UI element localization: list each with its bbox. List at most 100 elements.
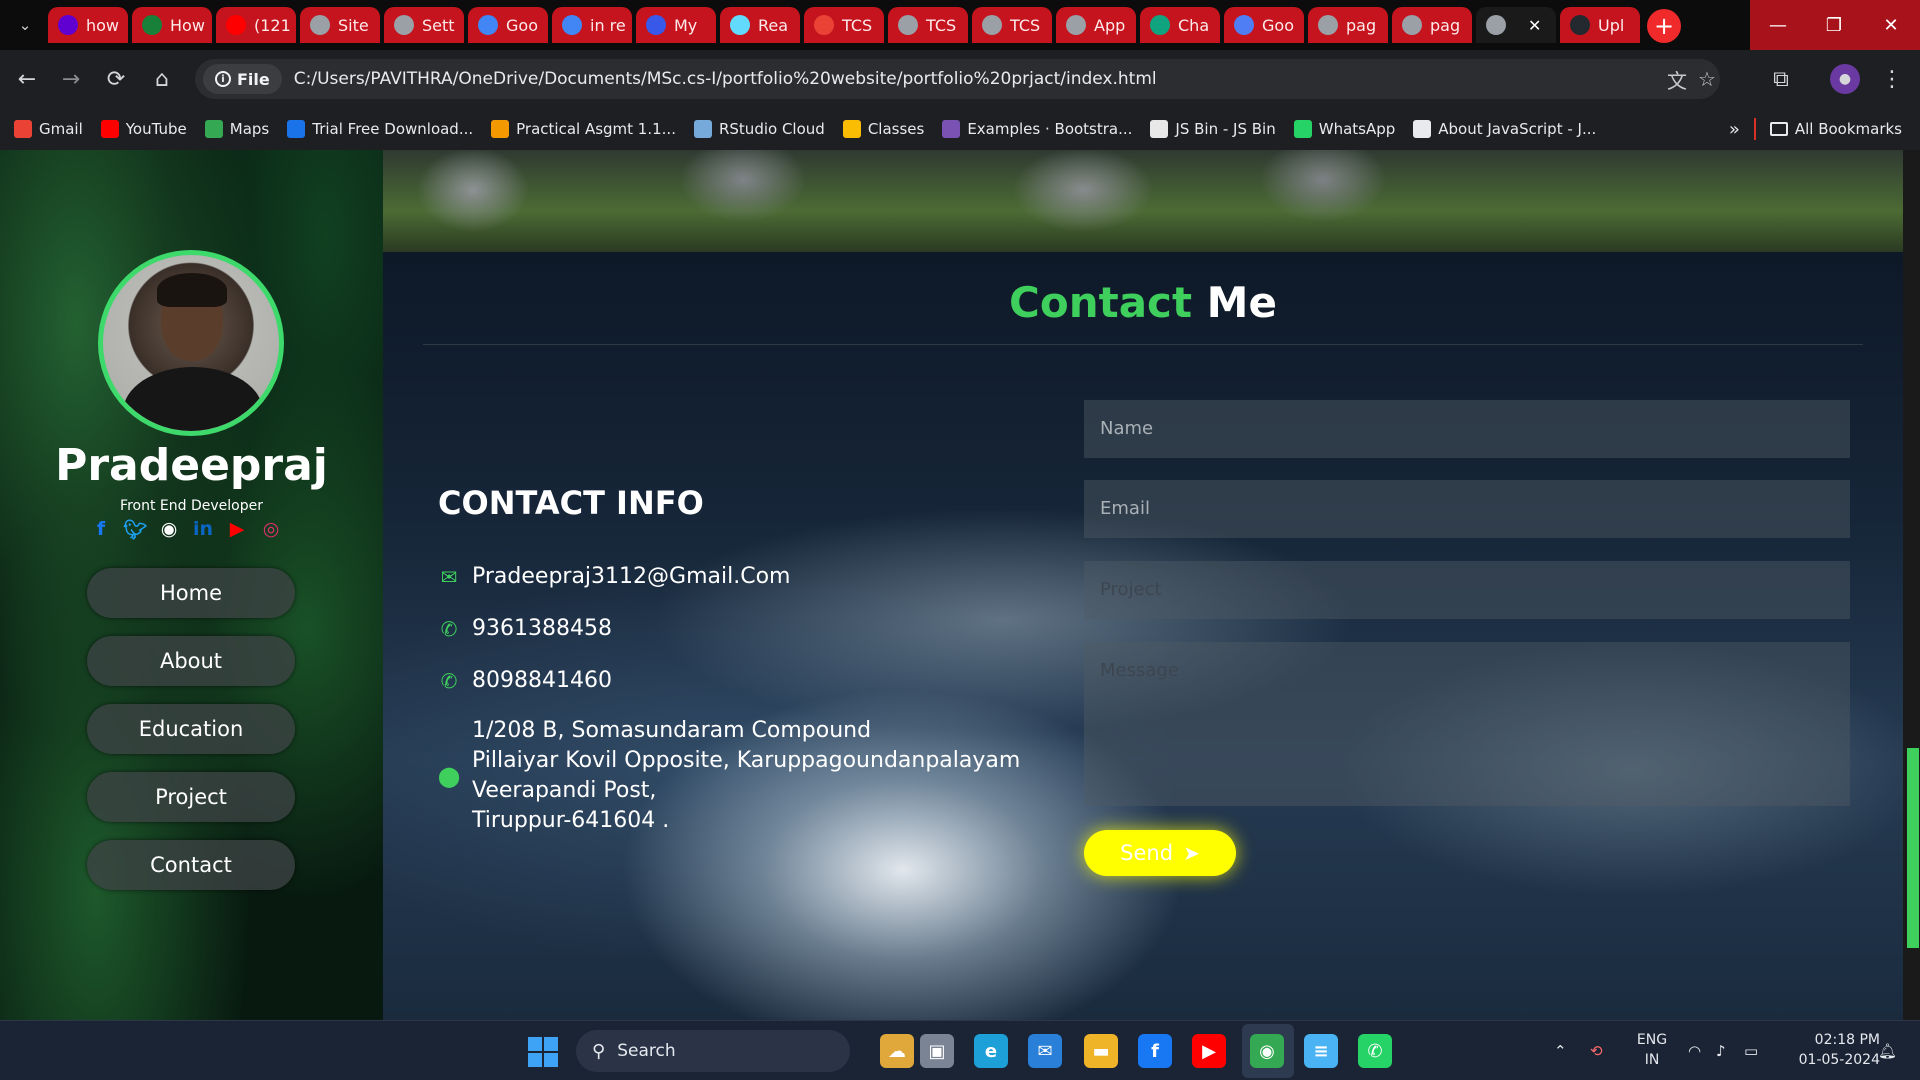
sync-icon[interactable]: ⟲ [1590,1021,1603,1080]
github-icon [1570,15,1590,35]
browser-tab[interactable]: Sett [384,7,464,43]
home-button[interactable]: ⌂ [147,64,177,94]
bookmark-item[interactable]: Classes [842,120,924,138]
bookmark-item[interactable]: Trial Free Download... [287,120,473,138]
back-button[interactable]: ← [12,64,42,94]
close-window-button[interactable]: ✕ [1862,0,1920,50]
bookmark-item[interactable]: About JavaScript - J... [1413,120,1596,138]
chrome-icon[interactable]: ◉ [1250,1034,1284,1068]
volume-icon[interactable]: ♪ [1716,1021,1726,1080]
battery-icon[interactable]: ▭ [1744,1021,1758,1080]
bookmark-star-icon[interactable]: ☆ [1695,67,1719,91]
browser-tab[interactable]: Goo [468,7,548,43]
reload-button[interactable]: ⟳ [101,64,131,94]
github-icon[interactable]: ◉ [156,516,182,542]
start-button[interactable] [528,1037,558,1067]
browser-tab[interactable]: pag [1308,7,1388,43]
browser-tab[interactable]: How [132,7,212,43]
minimize-button[interactable]: — [1750,0,1806,50]
bookmark-item[interactable]: RStudio Cloud [693,120,825,138]
mail-icon[interactable]: ✉ [1028,1034,1062,1068]
address-bar[interactable]: i File C:/Users/PAVITHRA/OneDrive/Docume… [195,59,1720,99]
extensions-icon[interactable]: ⧉ [1766,64,1796,94]
tab-search-dropdown-icon[interactable]: ⌄ [10,12,40,38]
browser-tab[interactable]: (121 [216,7,296,43]
bookmark-item[interactable]: Maps [204,120,269,138]
profile-avatar[interactable]: ● [1830,64,1860,94]
bookmark-item[interactable]: Practical Asgmt 1.1... [491,120,676,138]
show-hidden-icons[interactable]: ⌃ [1554,1021,1567,1080]
edge-icon[interactable]: e [974,1034,1008,1068]
browser-tab[interactable]: ✕ [1476,7,1556,43]
send-button[interactable]: Send ➤ [1084,830,1236,876]
profile-name: Pradeepraj [55,440,328,491]
bookmark-item[interactable]: JS Bin - JS Bin [1150,120,1276,138]
browser-tab[interactable]: TCS [888,7,968,43]
notification-bell-icon[interactable]: 🔔︎ [1878,1021,1897,1080]
browser-tab[interactable]: Cha [1140,7,1220,43]
facebook-icon[interactable]: f [1138,1034,1172,1068]
name-input[interactable]: Name [1084,400,1850,458]
language-indicator[interactable]: ENG IN [1632,1030,1672,1070]
file-explorer-icon[interactable]: ▬ [1084,1034,1118,1068]
youtube-icon[interactable]: ▶ [1192,1034,1226,1068]
sheets-icon [142,15,162,35]
tab-title: TCS [1010,15,1041,35]
twitter-icon[interactable]: 🐦︎ [122,516,148,542]
contact-info-heading: CONTACT INFO [438,484,704,522]
windows-taskbar: ⚲ Search ☁ ▣ e ✉ ▬ f ▶ ◉ ≡ ✆ ⌃ ⟲ ENG IN ◠ ♪ ▭ 02:… [0,1020,1920,1080]
project-input[interactable]: Project [1084,561,1850,619]
scrollbar-thumb[interactable] [1907,748,1919,948]
nav-item-education[interactable]: Education [87,704,295,754]
clock[interactable]: 02:18 PM 01-05-2024 [1780,1030,1880,1070]
tab-title: in re [590,15,626,35]
browser-tab[interactable]: TCS [972,7,1052,43]
nav-item-about[interactable]: About [87,636,295,686]
youtube-icon[interactable]: ▶ [224,516,250,542]
email-input[interactable]: Email [1084,480,1850,538]
restore-button[interactable]: ❐ [1806,0,1862,50]
translate-icon[interactable]: 文 [1665,67,1689,93]
all-bookmarks[interactable]: All Bookmarks [1769,120,1902,138]
bookmark-item[interactable]: WhatsApp [1293,120,1395,138]
widgets-icon[interactable]: ☁ [880,1034,914,1068]
linkedin-icon[interactable]: in [190,516,216,542]
notepad-icon[interactable]: ≡ [1304,1034,1338,1068]
browser-tab[interactable]: Upl [1560,7,1640,43]
gmail-icon [14,120,32,138]
more-bookmarks-icon[interactable]: » [1729,119,1740,140]
browser-tab[interactable]: how [48,7,128,43]
new-tab-button[interactable]: + [1647,9,1681,43]
site-info-chip[interactable]: i File [203,64,282,94]
whatsapp-icon[interactable]: ✆ [1358,1034,1392,1068]
browser-tab[interactable]: Rea [720,7,800,43]
browser-tab[interactable]: Goo [1224,7,1304,43]
browser-tab[interactable]: pag [1392,7,1472,43]
close-tab-icon[interactable]: ✕ [1528,16,1541,35]
message-textarea[interactable]: Message [1084,642,1850,806]
instagram-icon[interactable]: ◎ [258,516,284,542]
browser-tab[interactable]: App [1056,7,1136,43]
browser-tab[interactable]: My [636,7,716,43]
facebook-icon[interactable]: f [88,516,114,542]
nav-item-home[interactable]: Home [87,568,295,618]
browser-tab[interactable]: Site [300,7,380,43]
tab-title: App [1094,15,1126,35]
taskbar-search[interactable]: ⚲ Search [576,1030,850,1072]
page-scrollbar[interactable] [1903,150,1920,1020]
task-view-icon[interactable]: ▣ [920,1034,954,1068]
bookmark-item[interactable]: Gmail [14,120,83,138]
tab-title: Goo [1262,15,1294,35]
nav-item-project[interactable]: Project [87,772,295,822]
bookmark-item[interactable]: YouTube [100,120,187,138]
whatsapp-icon [1293,120,1312,138]
forward-button[interactable]: → [56,64,86,94]
browser-tab[interactable]: in re [552,7,632,43]
wifi-icon[interactable]: ◠ [1688,1021,1701,1080]
nav-item-contact[interactable]: Contact [87,840,295,890]
browser-menu-icon[interactable]: ⋮ [1877,64,1907,94]
browser-tab[interactable]: TCS [804,7,884,43]
bookmark-item[interactable]: Examples · Bootstra... [942,120,1132,138]
send-label: Send [1120,841,1174,865]
url-text[interactable]: C:/Users/PAVITHRA/OneDrive/Documents/MSc… [294,69,1157,89]
